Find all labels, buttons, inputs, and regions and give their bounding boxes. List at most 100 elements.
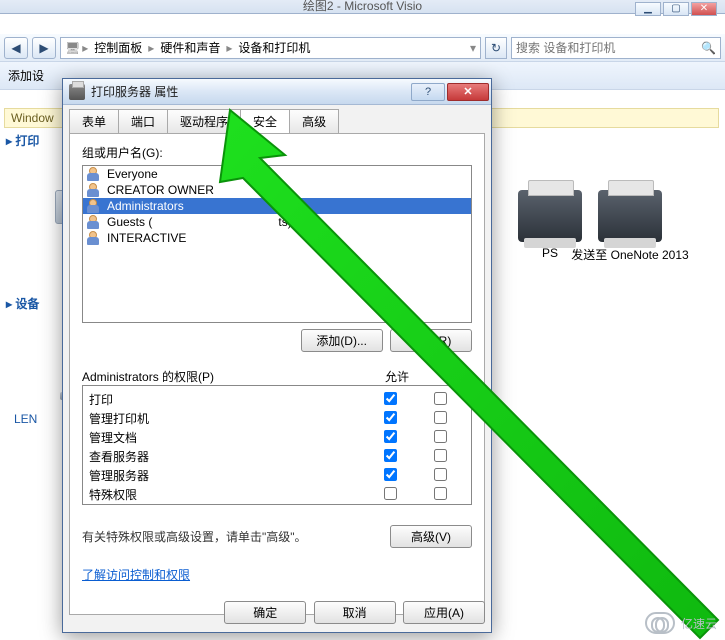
deny-column-header bbox=[422, 368, 472, 385]
group-icon bbox=[87, 167, 101, 181]
refresh-button[interactable]: ↻ bbox=[485, 37, 507, 59]
tab-page-security: 组或用户名(G): Everyone CREATOR OWNER Administr… bbox=[69, 133, 485, 615]
onenote-printer-item[interactable]: 发送至 OneNote 2013 bbox=[570, 190, 690, 263]
allow-checkbox[interactable] bbox=[384, 468, 397, 481]
group-users-label: 组或用户名(G): bbox=[82, 144, 472, 161]
tree-item-len[interactable]: LEN bbox=[14, 412, 58, 426]
visio-max-button[interactable]: ▢ bbox=[663, 2, 689, 16]
nav-back-button[interactable]: ◀ bbox=[4, 37, 28, 59]
permission-label: 管理打印机 bbox=[89, 410, 365, 427]
dialog-titlebar[interactable]: 打印服务器 属性 ? ✕ bbox=[63, 79, 491, 105]
crumb-1[interactable]: 硬件和声音 bbox=[156, 39, 224, 56]
tree-devices-header[interactable]: ▸ 设备 bbox=[6, 295, 58, 312]
permission-label: 打印 bbox=[89, 391, 365, 408]
permissions-listbox[interactable]: 打印管理打印机管理文档查看服务器管理服务器特殊权限 bbox=[82, 385, 472, 505]
allow-checkbox[interactable] bbox=[384, 392, 397, 405]
user-list-item[interactable]: Everyone bbox=[83, 166, 471, 182]
breadcrumb-root-icon: 🖥 bbox=[65, 41, 80, 55]
remove-user-button[interactable]: 删除(R) bbox=[390, 329, 472, 352]
group-icon bbox=[87, 199, 101, 213]
tab-security[interactable]: 安全 bbox=[240, 109, 290, 133]
allow-checkbox[interactable] bbox=[384, 449, 397, 462]
permission-label: 管理文档 bbox=[89, 429, 365, 446]
cancel-button[interactable]: 取消 bbox=[314, 601, 396, 624]
deny-checkbox[interactable] bbox=[434, 449, 447, 462]
tab-forms[interactable]: 表单 bbox=[69, 109, 119, 133]
deny-checkbox[interactable] bbox=[434, 411, 447, 424]
crumb-2[interactable]: 设备和打印机 bbox=[234, 39, 314, 56]
permission-row: 特殊权限 bbox=[89, 485, 465, 504]
tab-strip: 表单 端口 驱动程序 安全 高级 bbox=[63, 105, 491, 133]
add-device-button[interactable]: 添加设 bbox=[8, 67, 44, 84]
user-list-label: CREATOR OWNER bbox=[107, 183, 214, 197]
add-user-button[interactable]: 添加(D)... bbox=[301, 329, 383, 352]
permission-label: 查看服务器 bbox=[89, 448, 365, 465]
apply-button[interactable]: 应用(A) bbox=[403, 601, 485, 624]
ok-button[interactable]: 确定 bbox=[224, 601, 306, 624]
permission-row: 管理文档 bbox=[89, 428, 465, 447]
deny-checkbox[interactable] bbox=[434, 468, 447, 481]
user-list-item[interactable]: Administrators bbox=[83, 198, 471, 214]
users-button-row: 添加(D)... 删除(R) bbox=[82, 329, 472, 352]
visio-caption-buttons: ▁ ▢ ✕ bbox=[635, 2, 717, 16]
user-list-item[interactable]: CREATOR OWNER bbox=[83, 182, 471, 198]
permissions-title: Administrators 的权限(P) bbox=[82, 368, 372, 385]
print-server-properties-dialog: 打印服务器 属性 ? ✕ 表单 端口 驱动程序 安全 高级 组或用户名(G): … bbox=[62, 78, 492, 633]
dialog-close-button[interactable]: ✕ bbox=[447, 83, 489, 101]
learn-access-control-link[interactable]: 了解访问控制和权限 bbox=[82, 566, 190, 583]
visio-title: 绘图2 - Microsoft Visio bbox=[303, 0, 422, 13]
info-bar-label: Window bbox=[11, 111, 54, 125]
deny-checkbox[interactable] bbox=[434, 430, 447, 443]
user-list-label: Guests ( bbox=[107, 215, 152, 229]
permission-row: 管理打印机 bbox=[89, 409, 465, 428]
visio-titlebar: 绘图2 - Microsoft Visio ▁ ▢ ✕ bbox=[0, 0, 725, 14]
watermark: 亿速云 bbox=[645, 612, 717, 634]
user-list-label: Everyone bbox=[107, 167, 158, 181]
advanced-text: 有关特殊权限或高级设置，请单击"高级"。 bbox=[82, 528, 386, 545]
group-icon bbox=[87, 183, 101, 197]
onenote-label: 发送至 OneNote 2013 bbox=[570, 246, 690, 263]
user-list-label: INTERACTIVE bbox=[107, 231, 186, 245]
allow-checkbox[interactable] bbox=[384, 430, 397, 443]
advanced-row: 有关特殊权限或高级设置，请单击"高级"。 高级(V) bbox=[82, 525, 472, 548]
allow-checkbox[interactable] bbox=[384, 411, 397, 424]
printer-icon bbox=[69, 84, 85, 100]
tab-advanced[interactable]: 高级 bbox=[289, 109, 339, 133]
tab-ports[interactable]: 端口 bbox=[118, 109, 168, 133]
allow-column-header: 允许 bbox=[372, 368, 422, 385]
tree-printers-header[interactable]: ▸ 打印 bbox=[6, 132, 58, 149]
breadcrumb-dropdown-icon[interactable]: ▾ bbox=[470, 41, 476, 55]
printer-icon bbox=[598, 190, 662, 242]
crumb-0[interactable]: 控制面板 bbox=[90, 39, 146, 56]
visio-min-button[interactable]: ▁ bbox=[635, 2, 661, 16]
user-list-item[interactable]: INTERACTIVE bbox=[83, 230, 471, 246]
users-listbox[interactable]: EveryoneCREATOR OWNERAdministratorsGuest… bbox=[82, 165, 472, 323]
user-list-label: Administrators bbox=[107, 199, 184, 213]
dialog-help-button[interactable]: ? bbox=[411, 83, 445, 101]
breadcrumb[interactable]: 🖥 ▸ 控制面板 ▸ 硬件和声音 ▸ 设备和打印机 ▾ bbox=[60, 37, 481, 59]
visio-close-button[interactable]: ✕ bbox=[691, 2, 717, 16]
search-input[interactable] bbox=[516, 41, 697, 55]
nav-forward-button[interactable]: ▶ bbox=[32, 37, 56, 59]
deny-checkbox[interactable] bbox=[434, 487, 447, 500]
permission-row: 查看服务器 bbox=[89, 447, 465, 466]
group-icon bbox=[87, 231, 101, 245]
watermark-text: 亿速云 bbox=[681, 615, 717, 632]
search-box[interactable]: 🔍 bbox=[511, 37, 721, 59]
permissions-header: Administrators 的权限(P) 允许 bbox=[82, 368, 472, 385]
dialog-title: 打印服务器 属性 bbox=[91, 83, 405, 100]
watermark-logo-icon bbox=[645, 612, 675, 634]
advanced-button[interactable]: 高级(V) bbox=[390, 525, 472, 548]
permission-label: 管理服务器 bbox=[89, 467, 365, 484]
explorer-toolbar: ◀ ▶ 🖥 ▸ 控制面板 ▸ 硬件和声音 ▸ 设备和打印机 ▾ ↻ 🔍 bbox=[0, 34, 725, 62]
search-icon: 🔍 bbox=[701, 41, 716, 55]
deny-checkbox[interactable] bbox=[434, 392, 447, 405]
group-icon bbox=[87, 215, 101, 229]
permission-label: 特殊权限 bbox=[89, 486, 365, 503]
permission-row: 管理服务器 bbox=[89, 466, 465, 485]
user-list-item[interactable]: Guests (ts) bbox=[83, 214, 471, 230]
allow-checkbox[interactable] bbox=[384, 487, 397, 500]
permission-row: 打印 bbox=[89, 390, 465, 409]
tab-drivers[interactable]: 驱动程序 bbox=[167, 109, 241, 133]
dialog-footer: 确定 取消 应用(A) bbox=[69, 601, 485, 624]
